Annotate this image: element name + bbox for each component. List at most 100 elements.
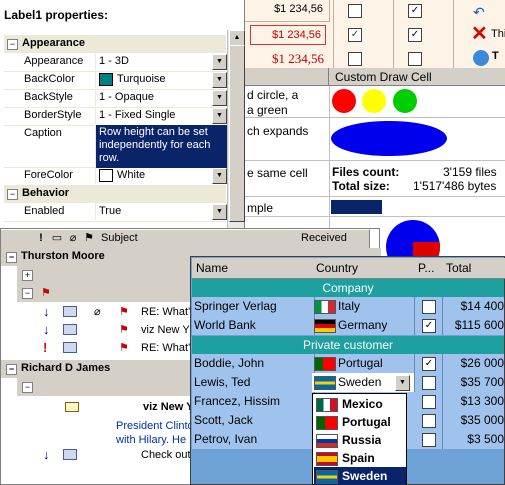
collapse-icon[interactable]: − [22, 382, 33, 393]
undo-icon[interactable]: ↶ [473, 4, 489, 20]
checkbox[interactable]: ✓ [408, 28, 422, 42]
prop-row-enabled[interactable]: Enabled True ▼ [4, 203, 229, 222]
option-russia[interactable]: Russia [314, 431, 406, 449]
cell-paid[interactable] [414, 430, 443, 449]
cell-total[interactable]: $35 700 [442, 373, 505, 392]
header-country[interactable]: Country [312, 258, 419, 279]
country-dropdown-list[interactable]: Mexico Portugal Russia Spain Sweden [312, 393, 407, 485]
money-cell[interactable]: $1 234,56 [245, 0, 330, 22]
cell-name[interactable]: Boddie, John [192, 354, 315, 373]
collapse-icon[interactable]: − [6, 364, 17, 375]
properties-scrollbar[interactable]: ▲ [227, 30, 245, 228]
cell-country[interactable]: Germany [312, 316, 415, 335]
option-mexico[interactable]: Mexico [314, 395, 406, 413]
prop-value[interactable]: 1 - Opaque ▼ [95, 89, 229, 106]
option-sweden-selected[interactable]: Sweden [314, 467, 406, 485]
document-icon[interactable]: ▭ [49, 229, 66, 249]
checkbox[interactable] [348, 4, 362, 18]
checkbox[interactable]: ✓ [422, 357, 436, 371]
grid-row[interactable]: Boddie, John Portugal ✓ $26 000 [192, 354, 504, 373]
cell-paid[interactable] [414, 297, 443, 316]
prop-value[interactable]: 1 - 3D ▼ [95, 53, 229, 70]
prop-value[interactable]: 1 - Fixed Single ▼ [95, 107, 229, 124]
dropdown-arrow-icon[interactable]: ▼ [212, 204, 227, 220]
scroll-thumb[interactable] [229, 45, 245, 222]
cell-name[interactable]: World Bank [192, 316, 315, 335]
prop-row-appearance[interactable]: Appearance 1 - 3D ▼ [4, 53, 229, 72]
prop-value[interactable]: True ▼ [95, 203, 229, 220]
cell-paid[interactable]: ✓ [414, 354, 443, 373]
checkbox[interactable] [422, 376, 436, 390]
dropdown-arrow-icon[interactable]: ▼ [212, 108, 227, 124]
checkbox[interactable] [422, 433, 436, 447]
header-total[interactable]: Total [442, 258, 505, 279]
money-cell-selected[interactable]: $1 234,56 [250, 25, 326, 45]
expand-icon[interactable]: + [22, 270, 33, 281]
money-cell[interactable]: $1 234,56 [245, 48, 330, 68]
checkbox[interactable] [422, 300, 436, 314]
collapse-icon[interactable]: − [7, 39, 18, 50]
delete-icon[interactable]: ✕ [471, 25, 489, 43]
header-importance[interactable] [1, 229, 18, 249]
country-combobox[interactable]: Sweden ▼ [312, 373, 415, 392]
cell-total[interactable]: $115 600 [442, 316, 505, 335]
header-received[interactable]: Received [297, 229, 370, 249]
collapse-icon[interactable]: − [7, 189, 18, 200]
group-band[interactable]: Private customer [192, 336, 504, 354]
header-icon-column[interactable] [17, 229, 34, 249]
scroll-up-icon[interactable]: ▲ [229, 30, 245, 46]
option-spain[interactable]: Spain [314, 449, 406, 467]
cell-paid[interactable] [414, 392, 443, 411]
category-behavior[interactable]: − Behavior [4, 185, 226, 203]
caption-textarea[interactable]: Row height can be set independently for … [95, 125, 231, 168]
header-name[interactable]: Name [192, 258, 317, 279]
cell-name[interactable]: Petrov, Ivan [192, 430, 315, 449]
grid-row[interactable]: Springer Verlag Italy $14 400 [192, 297, 504, 316]
cell-name[interactable]: Francez, Hissim [192, 392, 315, 411]
cell-total[interactable]: $26 000 [442, 354, 505, 373]
cell-name[interactable]: Springer Verlag [192, 297, 315, 316]
cell-country[interactable]: Italy [312, 297, 415, 316]
cell-name[interactable]: Scott, Jack [192, 411, 315, 430]
prop-row-backcolor[interactable]: BackColor Turquoise ▼ [4, 71, 229, 90]
column-header[interactable] [245, 68, 329, 86]
cell-paid[interactable] [414, 411, 443, 430]
checkbox[interactable]: ✓ [422, 319, 436, 333]
checkbox[interactable] [422, 414, 436, 428]
cell-total[interactable]: $14 400 [442, 297, 505, 316]
prop-row-caption[interactable]: Caption Row height can be set independen… [4, 125, 231, 168]
cell-paid[interactable]: ✓ [414, 316, 443, 335]
paperclip-icon[interactable]: ⌀ [65, 229, 82, 249]
dropdown-arrow-icon[interactable]: ▼ [212, 54, 227, 70]
cell-name[interactable]: Lewis, Ted [192, 373, 315, 392]
checkbox[interactable] [408, 52, 422, 66]
cell-total[interactable]: $35 000 [442, 411, 505, 430]
cell-paid[interactable] [414, 373, 443, 392]
prop-row-backstyle[interactable]: BackStyle 1 - Opaque ▼ [4, 89, 229, 108]
collapse-icon[interactable]: − [6, 252, 17, 263]
category-appearance[interactable]: − Appearance [4, 35, 226, 53]
flag-icon[interactable]: ⚑ [81, 229, 98, 249]
dropdown-arrow-icon[interactable]: ▼ [212, 72, 227, 88]
dropdown-arrow-icon[interactable]: ▼ [395, 375, 410, 391]
cell-total[interactable]: $13 300 [442, 392, 505, 411]
grid-row[interactable]: Lewis, Ted Sweden ▼ $35 700 [192, 373, 504, 392]
prop-value[interactable]: White ▼ [95, 167, 229, 184]
dropdown-arrow-icon[interactable]: ▼ [212, 168, 227, 184]
dropdown-arrow-icon[interactable]: ▼ [212, 90, 227, 106]
checkbox[interactable] [422, 395, 436, 409]
grid-row[interactable]: World Bank Germany ✓ $115 600 [192, 316, 504, 335]
collapse-icon[interactable]: − [22, 288, 33, 299]
cell-total[interactable]: $3 500 [442, 430, 505, 449]
exclamation-icon[interactable]: ! [33, 229, 50, 249]
header-subject[interactable]: Subject [97, 229, 302, 249]
checkbox[interactable]: ✓ [348, 28, 362, 42]
cell-country[interactable]: Portugal [312, 354, 415, 373]
prop-value[interactable]: Turquoise ▼ [95, 71, 229, 88]
custom-draw-header[interactable]: Custom Draw Cell [329, 68, 505, 86]
checkbox[interactable]: ✓ [408, 4, 422, 18]
prop-row-borderstyle[interactable]: BorderStyle 1 - Fixed Single ▼ [4, 107, 229, 126]
prop-row-forecolor[interactable]: ForeColor White ▼ [4, 167, 229, 186]
checkbox[interactable] [348, 52, 362, 66]
group-band[interactable]: Company [192, 279, 504, 297]
